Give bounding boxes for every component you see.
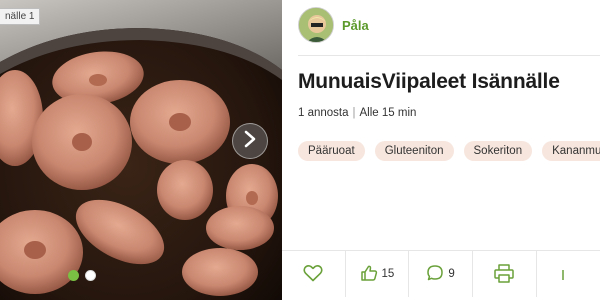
like-button[interactable]: 15 [346, 251, 410, 297]
image-label: nälle 1 [0, 8, 41, 25]
comment-icon [426, 264, 444, 285]
action-bar: 15 9 [282, 250, 600, 300]
tag-chip[interactable]: Sokeriton [463, 141, 533, 161]
comments-button[interactable]: 9 [409, 251, 473, 297]
recipe-title: MunuaisViipaleet Isännälle [298, 70, 560, 93]
carousel-dot-2[interactable] [85, 270, 96, 281]
recipe-meta: 1 annosta | Alle 15 min [298, 107, 416, 119]
servings-text: 1 annosta [298, 107, 349, 119]
divider [298, 55, 600, 56]
heart-icon [303, 264, 323, 285]
print-icon [493, 263, 515, 286]
tag-chip[interactable]: Gluteeniton [374, 141, 454, 161]
share-button[interactable] [537, 251, 600, 297]
time-text: Alle 15 min [359, 107, 417, 119]
carousel-dots [68, 270, 96, 281]
recipe-details-panel: Påla MunuaisViipaleet Isännälle 1 annost… [282, 0, 600, 300]
avatar[interactable] [298, 7, 334, 43]
author-name[interactable]: Påla [342, 18, 369, 33]
tag-chip[interactable]: Pääruoat [298, 141, 365, 161]
tag-list: Pääruoat Gluteeniton Sokeriton Kananmu [298, 141, 600, 161]
chevron-right-icon [243, 130, 257, 153]
print-button[interactable] [473, 251, 537, 297]
tag-chip[interactable]: Kananmu [542, 141, 600, 161]
comment-count: 9 [448, 268, 455, 280]
carousel-next-button[interactable] [232, 123, 268, 159]
author-block[interactable]: Påla [298, 7, 369, 43]
like-count: 15 [381, 268, 395, 280]
carousel-dot-1[interactable] [68, 270, 79, 281]
favorite-button[interactable] [282, 251, 346, 297]
recipe-image-carousel[interactable]: nälle 1 [0, 0, 282, 300]
meta-divider: | [352, 107, 356, 119]
thumbs-up-icon [360, 264, 378, 285]
share-icon [561, 264, 575, 285]
